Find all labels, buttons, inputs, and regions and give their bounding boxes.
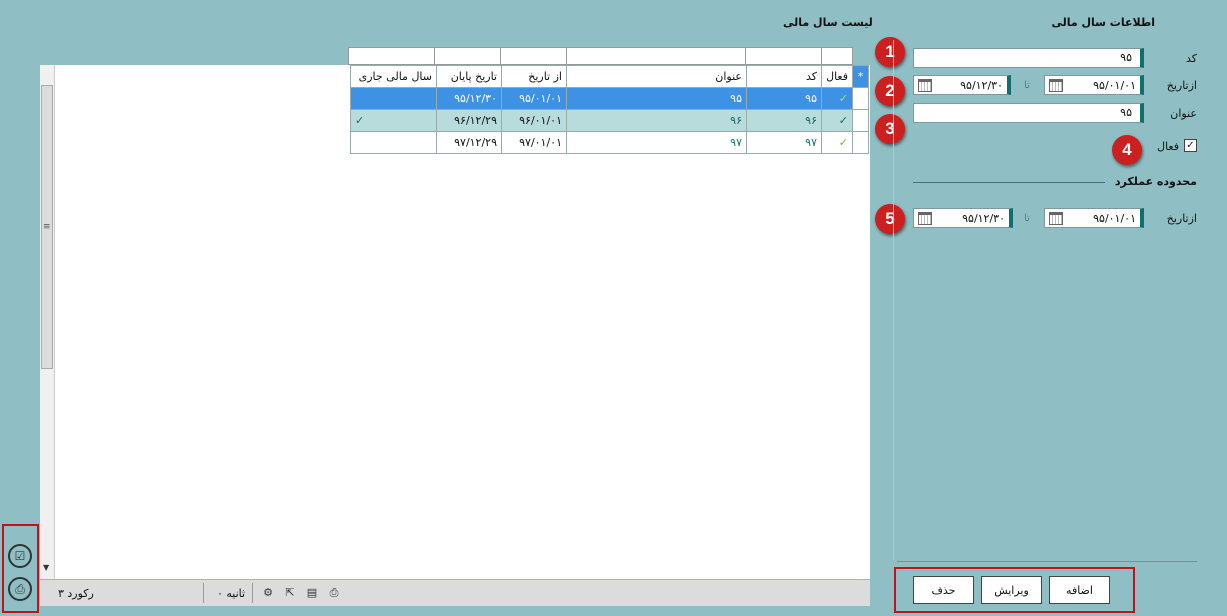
row-indicator[interactable]: [852, 131, 869, 154]
record-count: ۳ رکورد: [58, 587, 94, 600]
title-input[interactable]: ۹۵: [913, 103, 1144, 123]
active-checkbox[interactable]: ✓: [1184, 139, 1197, 152]
cell-code[interactable]: ۹۵: [746, 87, 822, 110]
calendar-icon[interactable]: [918, 211, 932, 225]
scope-to-date-value: ۹۵/۱۲/۳۰: [962, 211, 1005, 225]
cell-from-date[interactable]: ۹۵/۰۱/۰۱: [501, 87, 567, 110]
cell-title[interactable]: ۹۵: [566, 87, 747, 110]
col-header-active[interactable]: فعال: [821, 65, 853, 88]
cell-title[interactable]: ۹۷: [566, 131, 747, 154]
grid-band: [348, 47, 853, 65]
band-cell: [348, 47, 435, 65]
scroll-down-icon[interactable]: ▼: [43, 563, 49, 572]
from-date-label: ازتاریخ: [1166, 79, 1197, 92]
add-button[interactable]: اضافه: [1049, 576, 1110, 604]
from-date-input[interactable]: ۹۵/۰۱/۰۱: [1044, 75, 1144, 95]
check-icon[interactable]: ✓: [821, 87, 853, 110]
band-cell: [745, 47, 822, 65]
col-header-end-date[interactable]: تاریخ پایان: [436, 65, 502, 88]
annotation-badge-4: 4: [1112, 135, 1142, 165]
cell-code[interactable]: ۹۷: [746, 131, 822, 154]
band-cell: [566, 47, 746, 65]
band-cell: [500, 47, 567, 65]
cell-from-date[interactable]: ۹۷/۰۱/۰۱: [501, 131, 567, 154]
panel-title: اطلاعات سال مالی: [1051, 16, 1155, 29]
row-indicator[interactable]: [852, 109, 869, 132]
cell-end-date[interactable]: ۹۷/۱۲/۲۹: [436, 131, 502, 154]
cell-current[interactable]: [350, 87, 437, 110]
row-indicator[interactable]: ▶: [852, 87, 869, 110]
band-cell: [821, 47, 853, 65]
print-icon[interactable]: ⎙: [327, 587, 341, 599]
export-icon[interactable]: ⇱: [283, 587, 297, 599]
edit-button[interactable]: ویرایش: [981, 576, 1042, 604]
col-header-current[interactable]: سال مالی جاری: [350, 65, 437, 88]
from-date-value: ۹۵/۰۱/۰۱: [1093, 78, 1136, 92]
to-date-value: ۹۵/۱۲/۳۰: [960, 78, 1003, 92]
code-label: کد: [1185, 52, 1197, 65]
vertical-scrollbar[interactable]: ≡ ▼: [40, 65, 55, 579]
elapsed-time: ۰ ثانیه: [217, 587, 246, 600]
cell-code[interactable]: ۹۶: [746, 109, 822, 132]
status-separator: [203, 583, 204, 603]
active-label: فعال: [1157, 140, 1179, 153]
calendar-icon[interactable]: [1049, 211, 1063, 225]
scope-divider: [913, 182, 1105, 183]
code-input[interactable]: ۹۵: [913, 48, 1144, 68]
scope-title: محدوده عملکرد: [1114, 175, 1197, 188]
status-separator: [252, 583, 253, 603]
cell-current[interactable]: [350, 131, 437, 154]
table-row[interactable]: ۹۵/۱۲/۳۰ ۹۵/۰۱/۰۱ ۹۵ ۹۵ ✓ ▶: [350, 87, 869, 110]
annotation-badge-5: 5: [875, 204, 905, 234]
cell-from-date[interactable]: ۹۶/۰۱/۰۱: [501, 109, 567, 132]
panel-bottom-divider: [897, 561, 1197, 562]
title-label: عنوان: [1170, 107, 1197, 120]
preview-icon[interactable]: ▤: [305, 587, 319, 599]
scope-from-date-input[interactable]: ۹۵/۰۱/۰۱: [1044, 208, 1144, 228]
list-title: لیست سال مالی: [783, 16, 873, 29]
annotation-badge-3: 3: [875, 114, 905, 144]
scroll-grip-icon: ≡: [43, 222, 51, 232]
print-icon[interactable]: ⎙: [8, 577, 32, 601]
gear-icon[interactable]: ⚙: [261, 587, 275, 599]
col-header-code[interactable]: کد: [746, 65, 822, 88]
panel-left-divider: [893, 40, 894, 560]
cell-end-date[interactable]: ۹۶/۱۲/۲۹: [436, 109, 502, 132]
delete-button[interactable]: حذف: [913, 576, 974, 604]
cell-end-date[interactable]: ۹۵/۱۲/۳۰: [436, 87, 502, 110]
calendar-icon[interactable]: [1049, 78, 1063, 92]
scope-from-label: ازتاریخ: [1166, 212, 1197, 225]
check-icon[interactable]: ✓: [821, 109, 853, 132]
scope-from-date-value: ۹۵/۰۱/۰۱: [1093, 211, 1136, 225]
band-cell: [434, 47, 501, 65]
annotation-badge-2: 2: [875, 76, 905, 106]
annotation-badge-1: 1: [875, 37, 905, 67]
scope-to-label: تا: [1024, 213, 1030, 224]
col-header-title[interactable]: عنوان: [566, 65, 747, 88]
to-date-input[interactable]: ۹۵/۱۲/۳۰: [913, 75, 1011, 95]
to-label: تا: [1024, 80, 1030, 91]
col-header-from-date[interactable]: از تاریخ: [501, 65, 567, 88]
table-row[interactable]: ✓ ۹۶/۱۲/۲۹ ۹۶/۰۱/۰۱ ۹۶ ۹۶ ✓: [350, 109, 869, 132]
table-row[interactable]: ۹۷/۱۲/۲۹ ۹۷/۰۱/۰۱ ۹۷ ۹۷ ✓: [350, 131, 869, 154]
new-row-star[interactable]: *: [852, 65, 869, 88]
check-icon[interactable]: ✓: [350, 109, 437, 132]
cell-title[interactable]: ۹۶: [566, 109, 747, 132]
task-icon[interactable]: ☑: [8, 544, 32, 568]
status-bar: ۳ رکورد ۰ ثانیه ⚙ ⇱ ▤ ⎙: [40, 580, 870, 606]
fiscal-year-grid: سال مالی جاری تاریخ پایان از تاریخ عنوان…: [350, 65, 869, 154]
scope-to-date-input[interactable]: ۹۵/۱۲/۳۰: [913, 208, 1013, 228]
calendar-icon[interactable]: [918, 78, 932, 92]
check-icon[interactable]: ✓: [821, 131, 853, 154]
grid-header-row: سال مالی جاری تاریخ پایان از تاریخ عنوان…: [350, 65, 869, 88]
